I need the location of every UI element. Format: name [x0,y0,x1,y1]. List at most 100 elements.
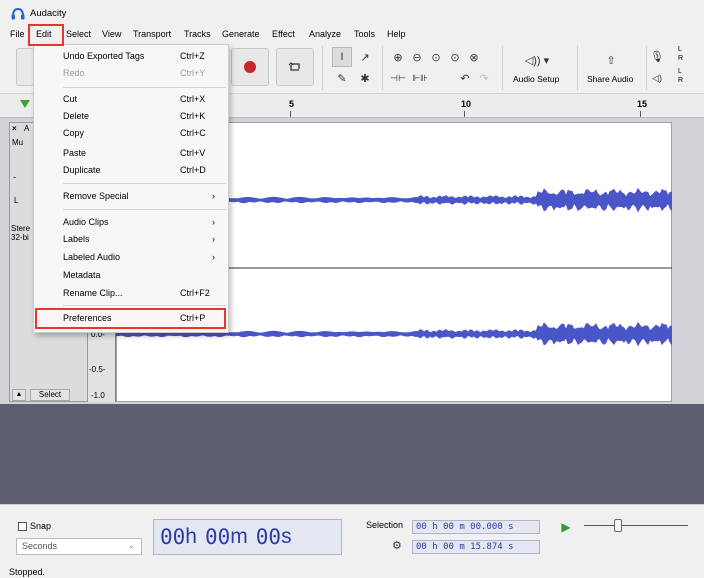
zoom-in-icon[interactable]: ⊕ [388,47,408,67]
status-bar [0,566,704,578]
gain-slider[interactable]: - [13,172,16,182]
track-close-icon[interactable]: × [12,124,17,133]
selection-label: Selection [366,520,404,530]
menu-help[interactable]: Help [387,29,406,39]
collapse-track-icon[interactable]: ▲ [12,389,26,401]
share-icon[interactable]: ⇧ [601,50,621,70]
menu-item-undo[interactable]: Undo Exported Tags Ctrl+Z [34,48,228,65]
chevron-right-icon: › [212,191,215,201]
envelope-tool-icon[interactable]: ↗ [355,47,375,67]
trim-audio-icon[interactable]: ⊣⊢ [388,68,408,88]
menu-generate[interactable]: Generate [222,29,260,39]
menu-item-rename-clip[interactable]: Rename Clip... Ctrl+F2 [34,285,228,302]
silence-audio-icon[interactable]: ⊩⊪ [410,68,430,88]
share-audio-label[interactable]: Share Audio [587,74,633,84]
time-hours: 00 [160,525,186,549]
chevron-right-icon: › [212,217,215,227]
fit-selection-icon[interactable]: ⊙ [426,47,446,67]
menu-separator [63,183,226,184]
preferences-highlight [35,308,226,329]
ruler-tick [464,111,465,117]
edit-menu-highlight [28,24,64,46]
menu-tracks[interactable]: Tracks [184,29,211,39]
draw-tool-icon[interactable]: ✎ [332,68,352,88]
mute-button[interactable]: Mu [12,138,23,147]
audio-setup-icon[interactable]: ◁)) ▾ [522,50,552,70]
zoom-toggle-icon[interactable]: ⊗ [464,47,484,67]
snap-label[interactable]: Snap [30,521,51,531]
loop-button[interactable] [276,48,314,86]
audacity-logo-icon [11,8,25,20]
status-text: Stopped. [9,567,46,577]
audio-setup-label[interactable]: Audio Setup [513,74,559,84]
menu-item-copy[interactable]: Copy Ctrl+C [34,125,228,142]
speaker-icon: ◁) [652,72,662,83]
chevron-right-icon: › [212,234,215,244]
redo-icon[interactable]: ↷ [474,68,494,88]
time-h: h [185,525,197,548]
menu-separator [63,209,226,210]
menu-select[interactable]: Select [66,29,91,39]
chevron-down-icon[interactable]: ⌄ [128,541,135,550]
snap-unit-select[interactable]: Seconds [16,538,142,555]
time-display[interactable]: 00 h 00 m 00 s [153,519,342,555]
meter-r-2: R [678,77,684,84]
loop-icon [288,62,300,71]
record-button[interactable] [231,48,269,86]
multi-tool-icon[interactable]: ✱ [355,68,375,88]
time-minutes: 00 [204,525,231,549]
microphone-icon: 🎙 [650,50,664,63]
menu-item-paste[interactable]: Paste Ctrl+V [34,145,228,162]
zoom-out-icon[interactable]: ⊖ [407,47,427,67]
menu-transport[interactable]: Transport [133,29,171,39]
menu-analyze[interactable]: Analyze [309,29,341,39]
menu-item-labels[interactable]: Labels › [34,231,228,248]
track-name[interactable]: A [24,124,29,133]
menu-item-audio-clips[interactable]: Audio Clips › [34,214,228,231]
selection-mode-icon[interactable]: ⚙ [392,539,402,552]
meter-r-1: R [678,55,684,62]
track-select-button[interactable]: Select [30,389,70,401]
menu-item-duplicate[interactable]: Duplicate Ctrl+D [34,162,228,179]
menu-item-labeled-audio[interactable]: Labeled Audio › [34,249,228,266]
play-head-marker-icon[interactable] [20,100,30,108]
ruler-tick [290,111,291,117]
empty-track-space[interactable] [0,404,704,504]
menu-effect[interactable]: Effect [272,29,295,39]
ruler-tick [640,111,641,117]
pan-slider[interactable]: L [14,196,18,205]
snap-checkbox[interactable] [18,522,27,531]
menu-file[interactable]: File [10,29,25,39]
selection-start-field[interactable]: 00 h 00 m 00.000 s [412,520,540,534]
ruler-label-5: 5 [289,99,295,109]
ruler-label-15: 15 [637,99,648,109]
selection-tool-icon[interactable]: I [332,47,352,67]
menu-view[interactable]: View [102,29,121,39]
undo-icon[interactable]: ↶ [455,68,475,88]
menu-item-redo[interactable]: Redo Ctrl+Y [34,65,228,82]
speed-slider-track[interactable] [584,525,688,526]
edit-menu-dropdown: Undo Exported Tags Ctrl+Z Redo Ctrl+Y Cu… [33,44,229,333]
toolbar-play-button-partial[interactable] [16,48,34,86]
selection-end-field[interactable]: 00 h 00 m 15.874 s [412,540,540,554]
track-format-line-1: Stere [11,224,31,233]
selection-toolbar [0,504,704,566]
menu-tools[interactable]: Tools [354,29,375,39]
track-format-line-2: 32-bi [11,233,29,242]
window-title: Audacity [30,8,67,19]
meter-l-1: L [678,46,682,53]
menu-bar: File Edit Select View Transport Tracks G… [0,24,704,44]
title-bar [0,0,704,24]
chevron-right-icon: › [212,252,215,262]
menu-item-metadata[interactable]: Metadata [34,267,228,284]
ruler-label-10: 10 [461,99,472,109]
menu-item-delete[interactable]: Delete Ctrl+K [34,108,228,125]
scale-label-neg-1: -1.0 [91,391,105,400]
record-icon [244,61,256,73]
play-at-speed-icon[interactable]: ▶ [556,518,576,536]
menu-item-remove-special[interactable]: Remove Special › [34,188,228,205]
menu-item-cut[interactable]: Cut Ctrl+X [34,91,228,108]
track-format-info: Stere 32-bi [11,224,30,242]
fit-project-icon[interactable]: ⊙ [445,47,465,67]
speed-slider-thumb[interactable] [614,519,622,532]
